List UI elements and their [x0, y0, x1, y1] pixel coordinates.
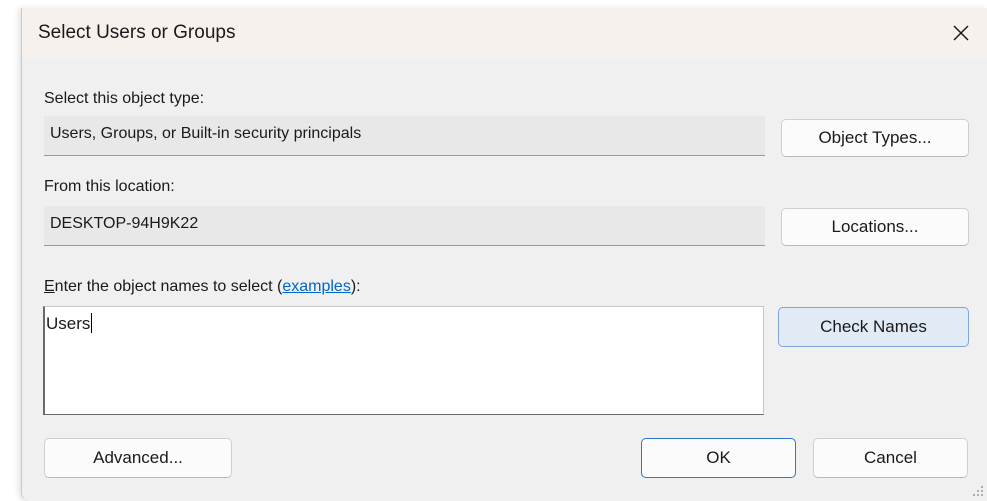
names-label: Enter the object names to select (exampl… — [44, 278, 361, 296]
advanced-button[interactable]: Advanced... — [44, 438, 232, 478]
cancel-button[interactable]: Cancel — [813, 438, 968, 478]
select-users-dialog: Select Users or Groups Select this objec… — [21, 8, 987, 501]
title-bar: Select Users or Groups — [22, 8, 987, 58]
dialog-title: Select Users or Groups — [38, 22, 236, 43]
examples-link[interactable]: examples — [282, 278, 350, 295]
object-names-value: Users — [46, 313, 93, 334]
ok-button[interactable]: OK — [641, 438, 796, 478]
names-label-accelerator: E — [44, 278, 55, 295]
location-label: From this location: — [44, 178, 175, 195]
close-button[interactable] — [944, 16, 978, 50]
object-type-field: Users, Groups, or Built-in security prin… — [44, 116, 765, 156]
object-names-text: Users — [46, 314, 91, 333]
names-label-suffix: ): — [350, 278, 361, 295]
text-caret — [91, 313, 93, 333]
object-type-label: Select this object type: — [44, 90, 205, 107]
locations-button[interactable]: Locations... — [781, 208, 969, 246]
object-types-button[interactable]: Object Types... — [781, 119, 969, 157]
object-names-input[interactable]: Users — [43, 306, 764, 415]
close-icon — [953, 25, 969, 41]
resize-grip-icon[interactable] — [970, 483, 984, 497]
check-names-button[interactable]: Check Names — [778, 307, 969, 347]
location-field: DESKTOP-94H9K22 — [44, 206, 765, 246]
names-label-text: nter the object names to select ( — [54, 278, 283, 295]
